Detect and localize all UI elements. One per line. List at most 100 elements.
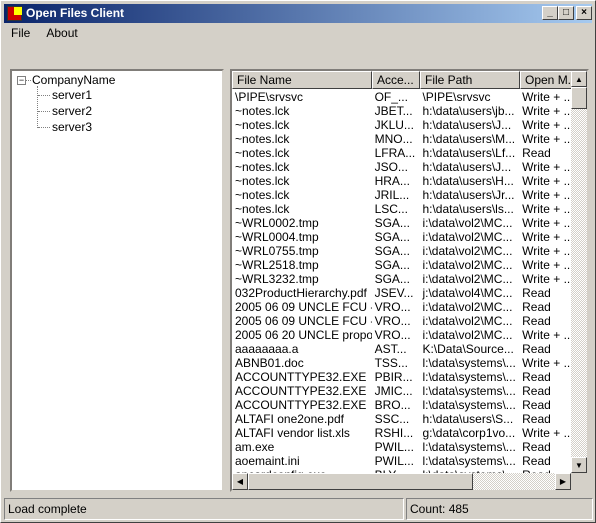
open-mode-cell: Write + ... xyxy=(522,244,571,258)
table-row[interactable]: ~notes.lck JRIL... h:\data\users\Jr... Writ… xyxy=(232,188,571,202)
tree-node-server2[interactable]: server2 xyxy=(52,104,92,118)
table-row[interactable]: aaaaaaaa.a AST... K:\Data\Source... Read xyxy=(232,342,571,356)
tree-node-root[interactable]: CompanyName xyxy=(32,73,115,87)
file-path-cell: i:\data\vol2\MC... xyxy=(422,258,513,272)
scroll-right-icon[interactable]: ▶ xyxy=(555,473,571,490)
accessed-by-cell: LFRA... xyxy=(374,146,416,160)
open-mode-cell: Read xyxy=(522,398,551,412)
open-mode-cell: Read xyxy=(522,286,551,300)
table-row[interactable]: 2005 06 09 UNCLE FCU -... VRO... i:\data\v… xyxy=(232,314,571,328)
file-path-cell: i:\data\vol2\MC... xyxy=(422,300,513,314)
file-name-cell: am.exe xyxy=(235,440,275,454)
file-path-cell: h:\data\users\H... xyxy=(422,174,514,188)
tree-node-server1[interactable]: server1 xyxy=(52,88,92,102)
menu-file[interactable]: File xyxy=(3,25,38,42)
accessed-by-cell: JKLU... xyxy=(374,118,414,132)
collapse-icon[interactable]: − xyxy=(17,76,26,85)
table-row[interactable]: ~notes.lck JBET... h:\data\users\jb... Writ… xyxy=(232,104,571,118)
table-row[interactable]: ~WRL0002.tmp SGA... i:\data\vol2\MC... Writ… xyxy=(232,216,571,230)
open-mode-cell: Read xyxy=(522,300,551,314)
file-path-cell: h:\data\users\ls... xyxy=(422,202,514,216)
table-row[interactable]: ALTAFI one2one.pdf SSC... h:\data\users\S.… xyxy=(232,412,571,426)
scroll-corner xyxy=(571,473,587,490)
table-row[interactable]: ACCOUNTTYPE32.EXE PBIR... l:\data\systems\… xyxy=(232,370,571,384)
menu-about[interactable]: About xyxy=(38,25,85,42)
maximize-button[interactable]: □ xyxy=(558,6,574,20)
scroll-left-icon[interactable]: ◀ xyxy=(232,473,248,490)
tree-node-server3[interactable]: server3 xyxy=(52,120,92,134)
file-name-cell: ~notes.lck xyxy=(235,174,290,188)
table-row[interactable]: ~notes.lck LFRA... h:\data\users\Lf... Read xyxy=(232,146,571,160)
open-mode-cell: Read xyxy=(522,370,551,384)
table-row[interactable]: 032ProductHierarchy.pdf JSEV... j:\data\vo… xyxy=(232,286,571,300)
file-name-cell: ABNB01.doc xyxy=(235,356,304,370)
accessed-by-cell: VRO... xyxy=(374,300,411,314)
file-path-cell: l:\data\systems\... xyxy=(422,370,516,384)
table-row[interactable]: 2005 06 20 UNCLE propo... VRO... i:\data\v… xyxy=(232,328,571,342)
accessed-by-cell: RSHI... xyxy=(374,426,414,440)
table-row[interactable]: ~notes.lck JKLU... h:\data\users\J... Write… xyxy=(232,118,571,132)
vertical-scroll-thumb[interactable] xyxy=(571,87,587,109)
file-name-cell: ACCOUNTTYPE32.EXE xyxy=(235,370,367,384)
open-mode-cell: Write + ... xyxy=(522,202,571,216)
open-mode-cell: Write + ... xyxy=(522,258,571,272)
file-name-cell: 032ProductHierarchy.pdf xyxy=(235,286,367,300)
list-rows: \PIPE\srvsvc OF_... \PIPE\srvsvc Write + ..… xyxy=(232,90,571,475)
table-row[interactable]: aoemaint.ini PWIL... l:\data\systems\... Re… xyxy=(232,454,571,468)
open-mode-cell: Write + ... xyxy=(522,174,571,188)
table-row[interactable]: ALTAFI vendor list.xls RSHI... g:\data\cor… xyxy=(232,426,571,440)
open-mode-cell: Write + ... xyxy=(522,90,571,104)
accessed-by-cell: JRIL... xyxy=(374,188,410,202)
table-row[interactable]: ~WRL2518.tmp SGA... i:\data\vol2\MC... Writ… xyxy=(232,258,571,272)
file-path-cell: i:\data\vol2\MC... xyxy=(422,244,513,258)
horizontal-scrollbar[interactable]: ◀ ▶ xyxy=(232,473,571,490)
open-mode-cell: Read xyxy=(522,342,551,356)
status-message: Load complete xyxy=(4,498,404,520)
column-header-open-mode[interactable]: Open M... xyxy=(520,71,572,89)
table-row[interactable]: \PIPE\srvsvc OF_... \PIPE\srvsvc Write + ..… xyxy=(232,90,571,104)
minimize-button[interactable]: _ xyxy=(542,6,558,20)
horizontal-scroll-thumb[interactable] xyxy=(248,473,473,490)
table-row[interactable]: 2005 06 09 UNCLE FCU -... VRO... i:\data\v… xyxy=(232,300,571,314)
table-row[interactable]: am.exe PWIL... l:\data\systems\... Read xyxy=(232,440,571,454)
table-row[interactable]: ~notes.lck JSO... h:\data\users\J... Write … xyxy=(232,160,571,174)
table-row[interactable]: ~notes.lck HRA... h:\data\users\H... Write … xyxy=(232,174,571,188)
table-row[interactable]: ACCOUNTTYPE32.EXE BRO... l:\data\systems\.… xyxy=(232,398,571,412)
accessed-by-cell: HRA... xyxy=(374,174,410,188)
open-mode-cell: Read xyxy=(522,314,551,328)
accessed-by-cell: JSEV... xyxy=(374,286,414,300)
file-path-cell: h:\data\users\M... xyxy=(422,132,516,146)
table-row[interactable]: ~WRL0755.tmp SGA... i:\data\vol2\MC... Writ… xyxy=(232,244,571,258)
vertical-scrollbar[interactable]: ▲ ▼ xyxy=(571,71,587,473)
column-header-file-path[interactable]: File Path xyxy=(420,71,520,89)
table-row[interactable]: ACCOUNTTYPE32.EXE JMIC... l:\data\systems\… xyxy=(232,384,571,398)
file-name-cell: ~notes.lck xyxy=(235,188,290,202)
accessed-by-cell: BRO... xyxy=(374,398,411,412)
table-row[interactable]: ~WRL3232.tmp SGA... i:\data\vol2\MC... Writ… xyxy=(232,272,571,286)
file-path-cell: h:\data\users\J... xyxy=(422,160,512,174)
file-path-cell: l:\data\systems\... xyxy=(422,398,516,412)
file-name-cell: ALTAFI vendor list.xls xyxy=(235,426,350,440)
main-window: Open Files Client _ □ × File About − Com… xyxy=(0,0,596,523)
scroll-down-icon[interactable]: ▼ xyxy=(571,457,587,473)
table-row[interactable]: ABNB01.doc TSS... l:\data\systems\... Write… xyxy=(232,356,571,370)
table-row[interactable]: ~WRL0004.tmp SGA... i:\data\vol2\MC... Writ… xyxy=(232,230,571,244)
accessed-by-cell: AST... xyxy=(374,342,407,356)
open-mode-cell: Write + ... xyxy=(522,188,571,202)
table-row[interactable]: ~notes.lck LSC... h:\data\users\ls... Write… xyxy=(232,202,571,216)
file-name-cell: aaaaaaaa.a xyxy=(235,342,299,356)
close-button[interactable]: × xyxy=(576,6,592,20)
file-path-cell: h:\data\users\Lf... xyxy=(422,146,516,160)
table-row[interactable]: ~notes.lck MNO... h:\data\users\M... Write … xyxy=(232,132,571,146)
file-path-cell: h:\data\users\J... xyxy=(422,118,512,132)
file-path-cell: i:\data\vol2\MC... xyxy=(422,272,513,286)
scroll-up-icon[interactable]: ▲ xyxy=(571,71,587,87)
file-name-cell: aoemaint.ini xyxy=(235,454,300,468)
column-header-file-name[interactable]: File Name xyxy=(232,71,372,89)
accessed-by-cell: VRO... xyxy=(374,314,411,328)
file-path-cell: K:\Data\Source... xyxy=(422,342,514,356)
accessed-by-cell: TSS... xyxy=(374,356,408,370)
file-path-cell: h:\data\users\S... xyxy=(422,412,514,426)
column-header-accessed-by[interactable]: Acce... xyxy=(372,71,420,89)
file-path-cell: h:\data\users\jb... xyxy=(422,104,515,118)
